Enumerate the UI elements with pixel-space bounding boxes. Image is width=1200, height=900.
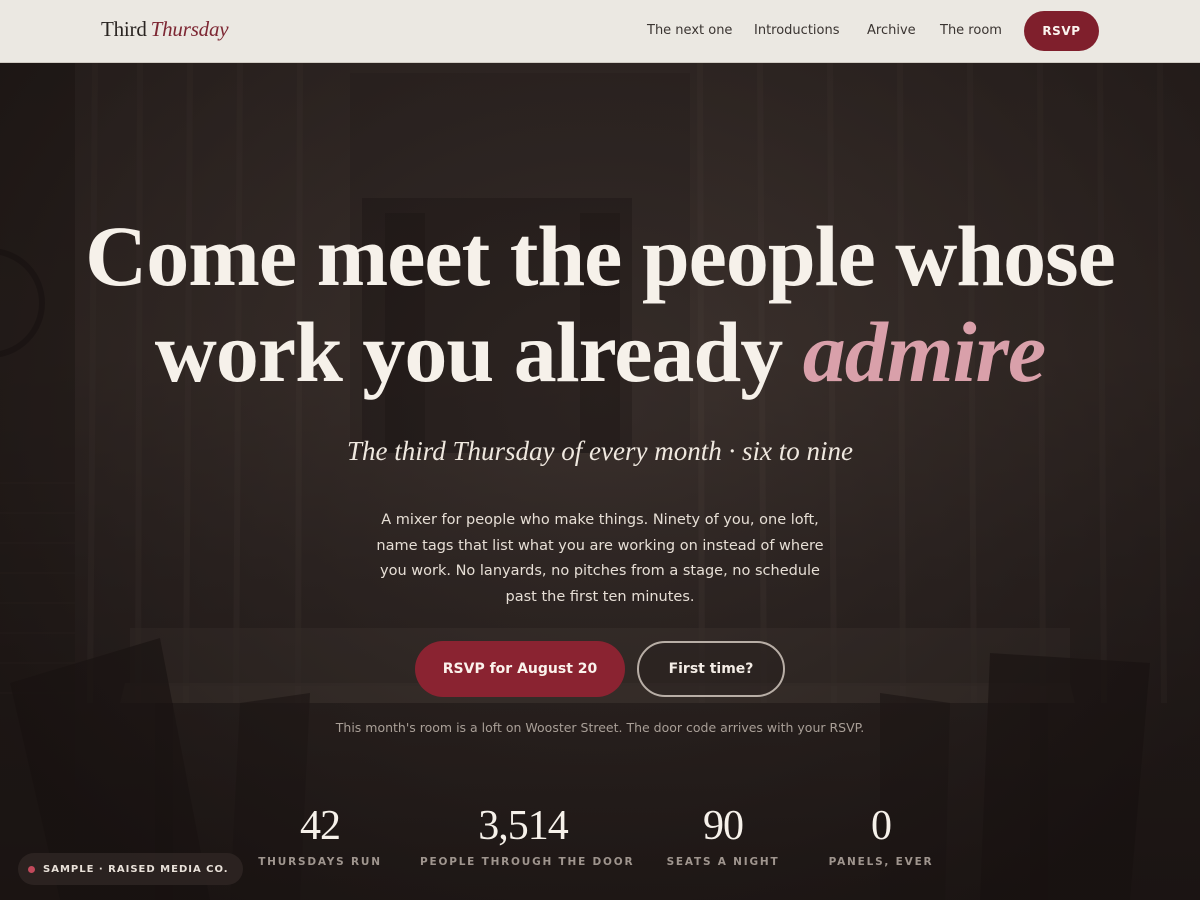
hero-overlay [0, 63, 1200, 900]
top-navigation: Third Thursday The next one Introductions… [0, 0, 1200, 63]
hero-subhead: The third Thursday of every month · six … [347, 436, 853, 466]
stat-value: 42 [300, 803, 341, 849]
stat-label: SEATS A NIGHT [666, 856, 780, 868]
headline-accent: admire [802, 304, 1046, 400]
nav-link-introductions[interactable]: Introductions [754, 23, 840, 38]
brand-name-accent: Thursday [150, 17, 229, 41]
rsvp-august-button[interactable]: RSVP for August 20 [415, 641, 625, 697]
brand-name: Third [101, 17, 147, 41]
stat-people-through-door: 3,514 PEOPLE THROUGH THE DOOR [420, 802, 635, 868]
stat-label: PANELS, EVER [828, 856, 934, 868]
nav-link-next-one[interactable]: The next one [647, 23, 732, 38]
venue-note: This month's room is a loft on Wooster S… [335, 720, 865, 735]
nav-link-the-room[interactable]: The room [940, 23, 1002, 38]
headline-line-1: Come meet the people whose [85, 208, 1116, 304]
stat-panels-ever: 0 PANELS, EVER [826, 802, 936, 868]
stat-label: PEOPLE THROUGH THE DOOR [420, 856, 635, 868]
hero-description: A mixer for people who make things. Nine… [376, 512, 824, 605]
brand-logo[interactable]: Third Thursday [101, 17, 229, 42]
nav-link-archive[interactable]: Archive [867, 23, 916, 38]
hero-headline: Come meet the people whose work you alre… [0, 208, 1200, 400]
stat-value: 90 [703, 803, 744, 849]
sample-badge: SAMPLE · RAISED MEDIA CO. [18, 853, 243, 885]
nav-rsvp-button[interactable]: RSVP [1024, 11, 1099, 51]
stat-value: 3,514 [478, 803, 569, 849]
first-time-button[interactable]: First time? [637, 641, 785, 697]
badge-text: SAMPLE · RAISED MEDIA CO. [43, 863, 229, 875]
stat-label: THURSDAYS RUN [258, 856, 382, 868]
badge-dot-icon [28, 865, 35, 873]
stat-thursdays-run: 42 THURSDAYS RUN [257, 802, 383, 868]
stat-seats-a-night: 90 SEATS A NIGHT [664, 802, 782, 868]
stat-value: 0 [871, 803, 892, 849]
headline-line-2: work you already [154, 304, 783, 400]
hero-section [0, 63, 1200, 900]
